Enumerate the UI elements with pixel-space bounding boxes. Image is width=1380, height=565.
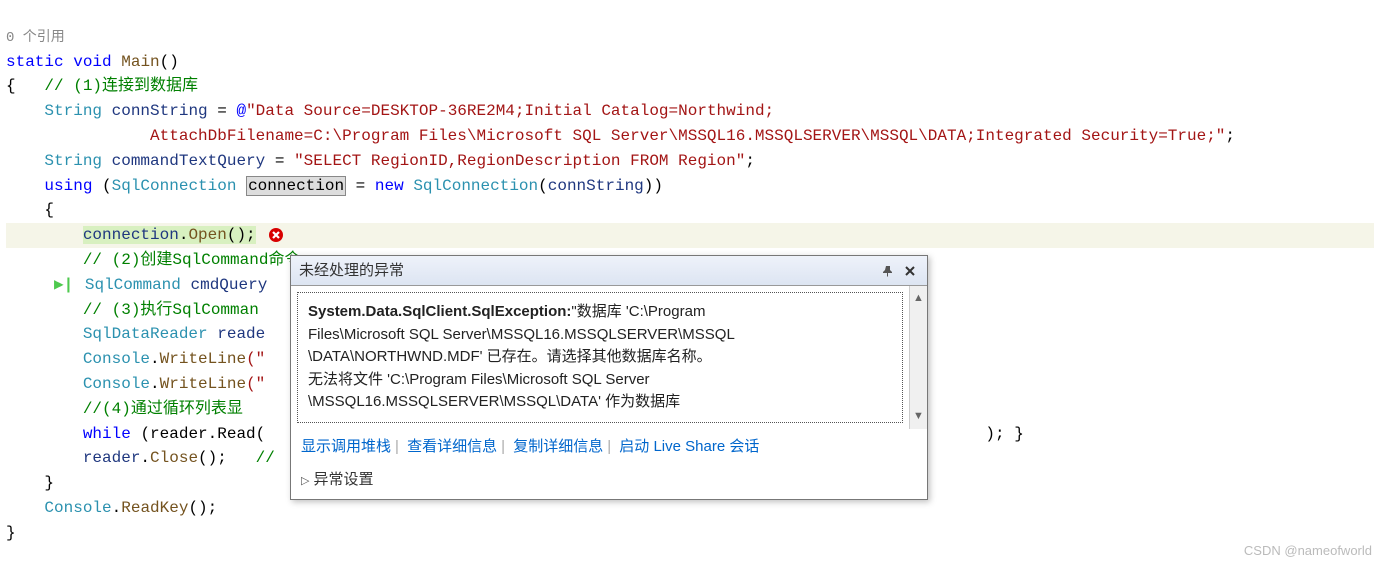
keyword-static: static [6,53,64,71]
string-literal: "Data Source=DESKTOP-36RE2M4;Initial Cat… [246,102,774,120]
copy-details-link[interactable]: 复制详细信息 [513,438,603,455]
tooltip-actions: 显示调用堆栈| 查看详细信息| 复制详细信息| 启动 Live Share 会话 [291,429,927,464]
exception-message[interactable]: System.Data.SqlClient.SqlException:"数据库 … [297,292,903,423]
comment: // (2)创建SqlCommand命令 [83,251,301,269]
references-codelens[interactable]: 0 个引用 [6,30,65,46]
type-sqlconnection: SqlConnection [112,177,237,195]
pin-icon[interactable] [879,262,897,280]
error-icon[interactable] [268,227,284,243]
exception-tooltip: 未经处理的异常 System.Data.SqlClient.SqlExcepti… [290,255,928,500]
exception-settings-toggle[interactable]: ▷异常设置 [291,464,927,499]
comment: // (1)连接到数据库 [44,77,198,95]
keyword-void: void [73,53,111,71]
current-exception-line[interactable]: connection.Open(); [6,223,1374,248]
type-sqldatareader: SqlDataReader [83,325,208,343]
tooltip-title: 未经处理的异常 [299,259,875,282]
method-main: Main [121,53,159,71]
tooltip-titlebar[interactable]: 未经处理的异常 [291,256,927,286]
comment: //(4)通过循环列表显 [83,400,243,418]
type-sqlcommand: SqlCommand [85,276,181,294]
show-callstack-link[interactable]: 显示调用堆栈 [301,438,391,455]
comment: // (3)执行SqlComman [83,301,259,319]
scroll-down-icon[interactable]: ▼ [913,408,924,425]
exception-type: System.Data.SqlClient.SqlException: [308,303,571,320]
watermark: CSDN @nameofworld [1244,541,1372,561]
chevron-right-icon: ▷ [301,475,309,487]
tooltip-scrollbar[interactable]: ▲ ▼ [909,286,927,429]
view-details-link[interactable]: 查看详细信息 [407,438,497,455]
type-console: Console [83,350,150,368]
type-string: String [44,102,102,120]
close-icon[interactable] [901,262,919,280]
variable-connection: connection [246,176,346,196]
string-literal: AttachDbFilename=C:\Program Files\Micros… [150,127,1225,145]
execution-pointer-icon: ▶| [54,273,73,298]
liveshare-link[interactable]: 启动 Live Share 会话 [619,438,759,455]
scroll-up-icon[interactable]: ▲ [913,290,924,307]
string-literal: "SELECT RegionID,RegionDescription FROM … [294,152,745,170]
